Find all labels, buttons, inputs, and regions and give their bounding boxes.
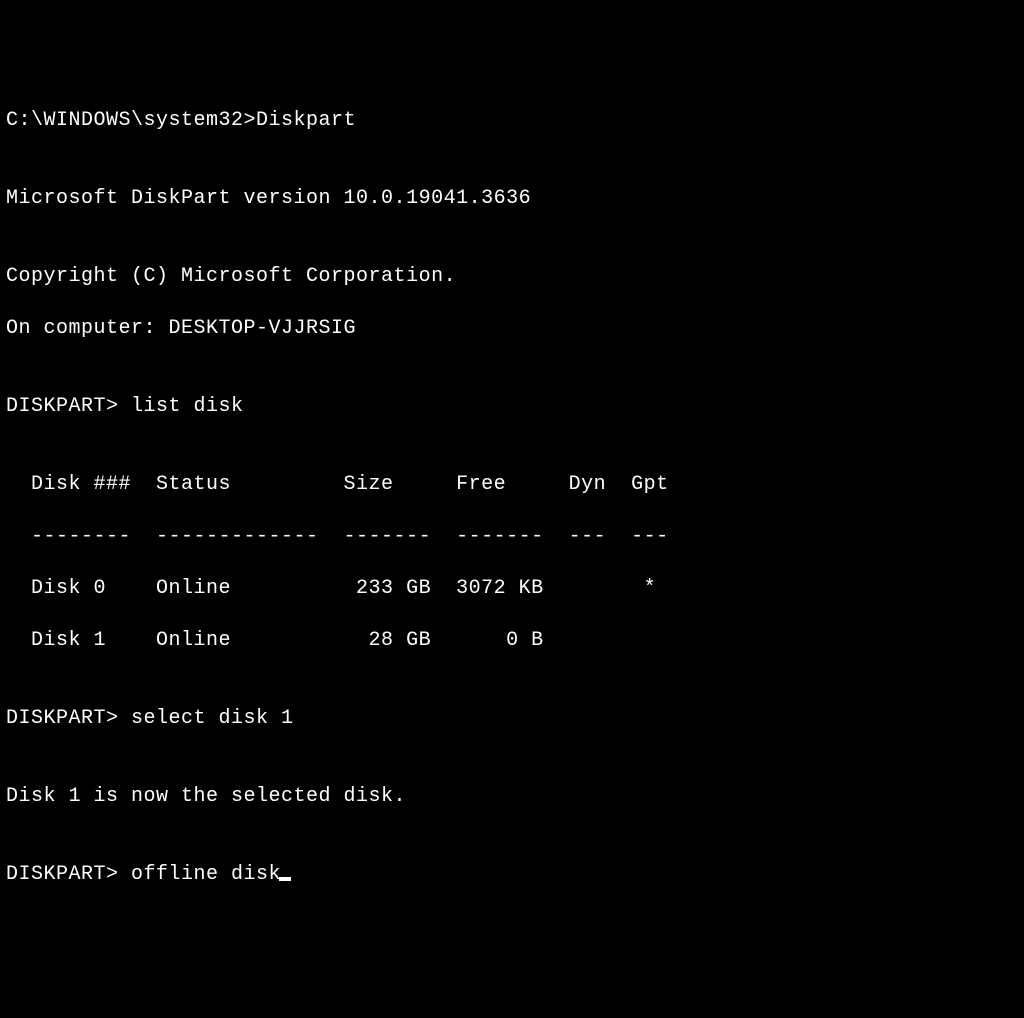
- diskpart-prompt-prefix: DISKPART>: [6, 863, 131, 886]
- computer-line: On computer: DESKTOP-VJJRSIG: [6, 316, 1018, 342]
- diskpart-prompt-prefix: DISKPART>: [6, 707, 131, 730]
- disk-table-header: Disk ### Status Size Free Dyn Gpt: [6, 472, 1018, 498]
- disk-table-divider: -------- ------------- ------- ------- -…: [6, 524, 1018, 550]
- diskpart-command: select disk 1: [131, 707, 294, 730]
- diskpart-prompt-line: DISKPART> list disk: [6, 394, 1018, 420]
- version-line: Microsoft DiskPart version 10.0.19041.36…: [6, 186, 1018, 212]
- diskpart-prompt-line-active[interactable]: DISKPART> offline disk: [6, 862, 1018, 888]
- diskpart-command-typing[interactable]: offline disk: [131, 863, 281, 886]
- disk-table-row: Disk 1 Online 28 GB 0 B: [6, 628, 1018, 654]
- copyright-line: Copyright (C) Microsoft Corporation.: [6, 264, 1018, 290]
- diskpart-prompt-prefix: DISKPART>: [6, 395, 131, 418]
- cmd-path: C:\WINDOWS\system32>: [6, 109, 256, 132]
- cmd-prompt-line: C:\WINDOWS\system32>Diskpart: [6, 108, 1018, 134]
- diskpart-command: list disk: [131, 395, 244, 418]
- selected-disk-line: Disk 1 is now the selected disk.: [6, 784, 1018, 810]
- cmd-command: Diskpart: [256, 109, 356, 132]
- cursor-icon: [279, 877, 291, 881]
- diskpart-prompt-line: DISKPART> select disk 1: [6, 706, 1018, 732]
- disk-table-row: Disk 0 Online 233 GB 3072 KB *: [6, 576, 1018, 602]
